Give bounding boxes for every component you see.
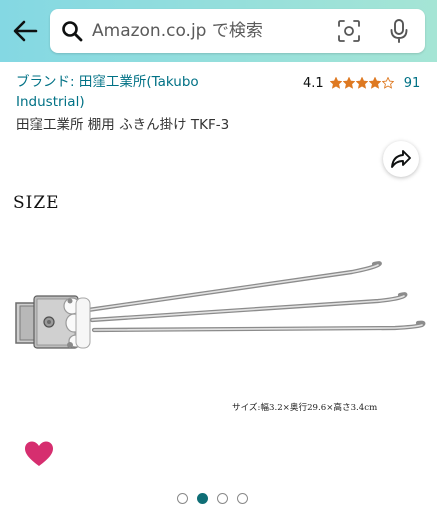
search-box[interactable] <box>50 9 425 53</box>
search-icon <box>62 21 83 42</box>
microphone-icon[interactable] <box>388 18 410 44</box>
star-rating <box>329 77 394 89</box>
star-icon <box>355 77 368 89</box>
size-spec-text: サイズ:幅3.2×奥行29.6×高さ3.4cm <box>232 403 378 413</box>
header-bar <box>0 0 437 62</box>
search-input[interactable] <box>92 9 322 53</box>
carousel-dot[interactable] <box>177 493 188 504</box>
carousel-indicator <box>177 493 248 504</box>
camera-scan-icon[interactable] <box>337 19 361 43</box>
star-icon <box>381 77 394 89</box>
star-icon <box>368 77 381 89</box>
arrow-left-icon <box>13 20 38 42</box>
star-icon <box>342 77 355 89</box>
review-count-link[interactable]: 91 <box>404 76 421 91</box>
towel-hanger-illustration <box>15 261 426 349</box>
back-button[interactable] <box>10 16 40 46</box>
rating-value: 4.1 <box>303 75 324 91</box>
carousel-dot[interactable] <box>197 493 208 504</box>
product-image[interactable] <box>0 188 437 428</box>
size-heading: SIZE <box>13 193 60 213</box>
rating-summary[interactable]: 4.1 91 <box>303 74 420 92</box>
star-icon <box>329 77 342 89</box>
share-button[interactable] <box>383 141 419 177</box>
carousel-dot[interactable] <box>217 493 228 504</box>
favorite-button[interactable] <box>24 440 54 468</box>
share-arrow-icon <box>391 150 411 168</box>
carousel-dot[interactable] <box>237 493 248 504</box>
heart-icon <box>25 441 53 466</box>
product-title: 田窪工業所 棚用 ふきん掛け TKF-3 <box>16 117 230 133</box>
brand-link[interactable]: ブランド: 田窪工業所(Takubo Industrial) <box>16 72 246 112</box>
